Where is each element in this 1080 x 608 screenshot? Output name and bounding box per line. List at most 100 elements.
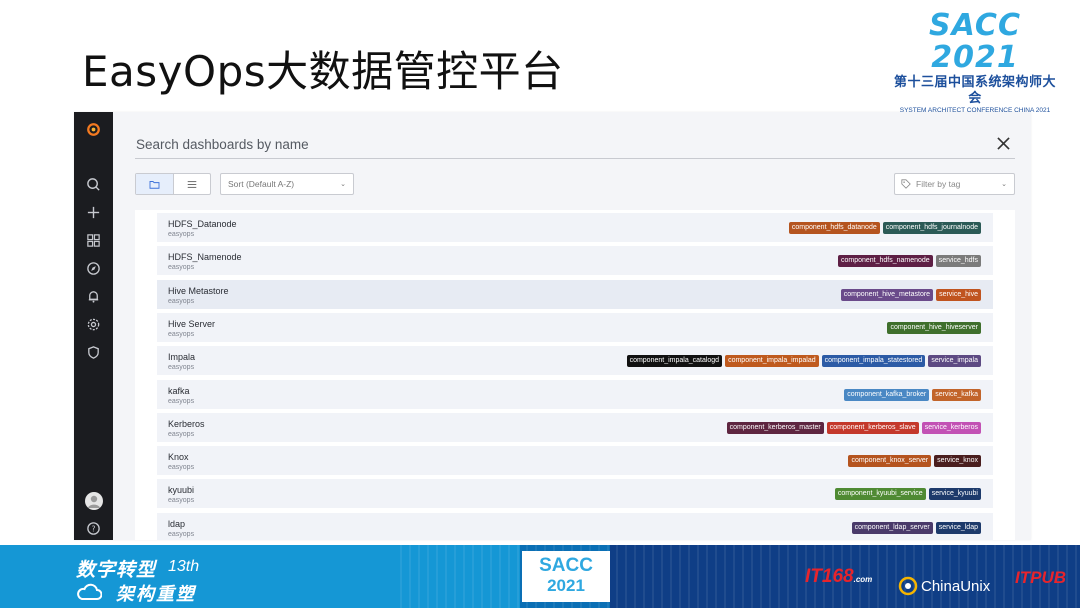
bell-icon[interactable] xyxy=(74,285,113,307)
help-icon[interactable]: ? xyxy=(74,517,113,539)
folder-view-icon[interactable] xyxy=(136,174,174,194)
dashboard-title[interactable]: Knox xyxy=(168,452,189,462)
tag-list: component_kyuubi_service service_kyuubi xyxy=(834,488,981,501)
dashboard-folder: easyops xyxy=(168,397,195,405)
tag-badge[interactable]: service_impala xyxy=(928,355,981,368)
banner-sacc-text: SACC xyxy=(539,555,593,576)
cloud-icon xyxy=(76,583,103,606)
compass-icon[interactable] xyxy=(74,257,113,279)
sacc-logo: SACC 2021 第十三届中国系统架构师大会 SYSTEM ARCHITECT… xyxy=(890,10,1060,115)
dashboard-list: HDFS_Datanodeeasyops component_hdfs_datan… xyxy=(135,210,1015,540)
tag-badge[interactable]: component_hive_hiveserver xyxy=(887,321,981,334)
dashboard-row[interactable]: Hive Server easyops component_hive_hiveser… xyxy=(157,312,993,342)
tag-badge[interactable]: component_impala_impalad xyxy=(725,355,819,368)
tag-badge[interactable]: service_ldap xyxy=(935,521,981,534)
dashboard-title[interactable]: kyuubi xyxy=(168,485,194,495)
dashboard-row[interactable]: HDFS_Datanode easyops component_hdfs_datan… xyxy=(157,213,993,242)
banner-sacc-year: 2021 xyxy=(547,576,585,595)
dashboard-folder: easyops xyxy=(168,297,195,305)
dashboard-folder: easyops xyxy=(168,430,195,438)
sacc-logo-main: SACC 2021 xyxy=(929,8,1021,75)
it168-logo: IT168.com xyxy=(805,566,872,588)
dashboard-title[interactable]: HDFS_Namenode xyxy=(168,252,242,262)
dashboard-title[interactable]: HDFS_Datanode xyxy=(168,219,237,229)
dashboard-folder: easyops xyxy=(168,497,195,505)
footer-banner: 数字转型 13th 架构重塑 SACC 2021 IT168.com China… xyxy=(0,545,1080,608)
sidebar: ? xyxy=(74,112,113,540)
search-input[interactable]: Search dashboards by name xyxy=(136,137,309,152)
dashboard-row[interactable]: Knox easyops component_knox_server service_… xyxy=(157,446,993,476)
search-bar[interactable]: Search dashboards by name xyxy=(135,130,1015,159)
dashboard-row[interactable]: kafka easyops component_kafka_broker servic… xyxy=(157,379,993,409)
dashboard-row[interactable]: Kerberos easyops component_kerberos_master… xyxy=(157,412,993,442)
dashboard-row[interactable]: Impala easyops component_impala_catalogd co… xyxy=(157,346,993,376)
tag-badge[interactable]: component_hive_metastore xyxy=(840,288,934,301)
tag-list: component_hdfs_datanode component_hdfs_jo… xyxy=(788,222,981,234)
dashboard-title[interactable]: ldap xyxy=(168,519,185,529)
dashboard-row[interactable]: ldap easyops component_ldap_server service_… xyxy=(157,512,993,540)
slide-title: EasyOps大数据管控平台 xyxy=(82,47,564,96)
grafana-logo-icon[interactable] xyxy=(74,118,113,140)
chevron-down-icon: ⌄ xyxy=(1001,181,1007,188)
itpub-logo: ITPUB xyxy=(1015,568,1066,588)
dashboard-row[interactable]: Hive Metastore easyops component_hive_meta… xyxy=(157,279,993,309)
tag-badge[interactable]: component_kyuubi_service xyxy=(834,488,926,501)
tag-icon xyxy=(901,179,911,189)
sort-select[interactable]: Sort (Default A-Z) ⌄ xyxy=(220,173,354,195)
tag-badge[interactable]: component_hdfs_datanode xyxy=(788,222,880,234)
banner-slogan-1: 数字转型 xyxy=(76,560,157,581)
tag-badge[interactable]: service_knox xyxy=(934,455,981,468)
dashboard-folder: easyops xyxy=(168,464,195,472)
avatar[interactable] xyxy=(74,490,113,512)
tag-badge[interactable]: service_hdfs xyxy=(935,255,981,268)
tag-filter-label: Filter by tag xyxy=(916,179,961,189)
tag-list: component_kafka_broker service_kafka xyxy=(844,388,981,401)
dashboard-title[interactable]: Hive Server xyxy=(168,319,215,329)
tag-badge[interactable]: service_kyuubi xyxy=(928,488,981,501)
tag-list: component_hdfs_namenode service_hdfs xyxy=(837,255,981,268)
shield-icon[interactable] xyxy=(74,341,113,363)
dashboard-row[interactable]: kyuubi easyops component_kyuubi_service ser… xyxy=(157,479,993,509)
list-view-icon[interactable] xyxy=(174,174,211,194)
tag-badge[interactable]: service_kerberos xyxy=(921,421,981,434)
view-toggle xyxy=(135,173,211,195)
banner-slogan-2: 架构重塑 xyxy=(116,584,196,604)
it168-suffix: .com xyxy=(853,575,873,584)
tag-badge[interactable]: component_hdfs_journalnode xyxy=(882,222,981,234)
gear-icon[interactable] xyxy=(74,313,113,335)
banner-sacc-logo: SACC 2021 xyxy=(522,551,610,602)
dashboard-title[interactable]: Kerberos xyxy=(168,419,205,429)
toolbar: Sort (Default A-Z) ⌄ Filter by tag ⌄ xyxy=(135,173,1015,195)
dashboards-grid-icon[interactable] xyxy=(74,229,113,251)
plus-icon[interactable] xyxy=(74,201,113,223)
search-dashboards-panel: Search dashboards by name Sort (Default … xyxy=(113,112,1031,540)
dashboard-title[interactable]: Impala xyxy=(168,352,195,362)
search-icon[interactable] xyxy=(74,173,113,195)
dashboard-title[interactable]: Hive Metastore xyxy=(168,286,229,296)
chevron-down-icon: ⌄ xyxy=(340,181,346,188)
tag-list: component_impala_catalogd component_impal… xyxy=(626,355,981,368)
sacc-logo-cn: 第十三届中国系统架构师大会 xyxy=(893,74,1056,105)
tag-badge[interactable]: component_impala_statestored xyxy=(821,355,926,368)
tag-badge[interactable]: component_kerberos_master xyxy=(726,421,824,434)
tag-badge[interactable]: component_kerberos_slave xyxy=(826,421,919,434)
dashboard-folder: easyops xyxy=(168,330,195,338)
tag-badge[interactable]: component_kafka_broker xyxy=(844,388,930,401)
close-icon[interactable] xyxy=(993,133,1013,153)
dashboard-row[interactable]: HDFS_Namenodeeasyops component_hdfs_namen… xyxy=(157,246,993,276)
tag-list: component_hive_hiveserver xyxy=(887,321,981,334)
tag-filter-select[interactable]: Filter by tag ⌄ xyxy=(894,173,1015,195)
tag-badge[interactable]: component_hdfs_namenode xyxy=(837,255,933,268)
tag-badge[interactable]: component_impala_catalogd xyxy=(626,355,723,368)
tag-list: component_kerberos_master component_kerbe… xyxy=(726,421,981,434)
banner-edition: 13th xyxy=(168,558,200,575)
dashboard-folder: easyops xyxy=(168,364,195,372)
tag-badge[interactable]: service_kafka xyxy=(932,388,981,401)
chinaunix-text: ChinaUnix xyxy=(921,577,991,595)
chinaunix-logo: ChinaUnix xyxy=(898,576,990,596)
dashboard-title[interactable]: kafka xyxy=(168,386,190,396)
tag-badge[interactable]: component_knox_server xyxy=(848,455,932,468)
tag-badge[interactable]: component_ldap_server xyxy=(851,521,933,534)
dashboard-folder: easyops xyxy=(168,264,195,272)
tag-badge[interactable]: service_hive xyxy=(936,288,981,301)
